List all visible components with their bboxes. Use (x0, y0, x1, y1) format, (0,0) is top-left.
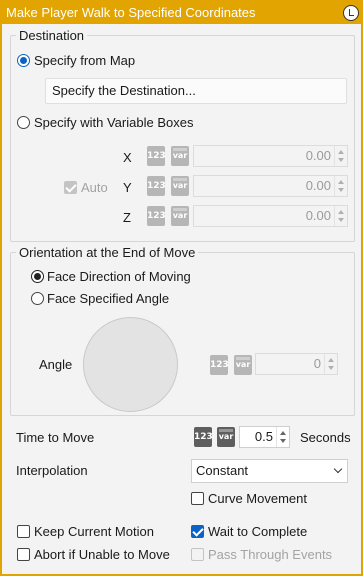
variable-icon[interactable]: var (217, 427, 235, 447)
abort-unable-move-label[interactable]: Abort if Unable to Move (34, 547, 170, 562)
time-value: 0.5 (254, 429, 273, 444)
auto-checkbox[interactable] (64, 181, 77, 194)
abort-unable-move-checkbox[interactable] (17, 548, 30, 561)
y-value-spinner[interactable]: 0.00 (193, 175, 348, 197)
angle-dial[interactable] (83, 317, 178, 412)
x-label: X (123, 150, 132, 165)
number-icon[interactable]: 123 (147, 176, 166, 196)
auto-label: Auto (81, 180, 108, 195)
variable-icon[interactable]: var (171, 146, 189, 166)
dialog-window: Make Player Walk to Specified Coordinate… (0, 0, 363, 576)
spinner-arrows-icon[interactable] (334, 146, 347, 166)
window-title: Make Player Walk to Specified Coordinate… (6, 5, 256, 20)
angle-spinner[interactable]: 0 (255, 353, 338, 375)
keep-current-motion-checkbox[interactable] (17, 525, 30, 538)
z-value: 0.00 (305, 208, 331, 223)
spinner-arrows-icon[interactable] (276, 427, 289, 447)
angle-value: 0 (313, 356, 321, 371)
help-icon[interactable] (343, 5, 359, 21)
interpolation-value: Constant (196, 463, 249, 478)
curve-movement-checkbox[interactable] (191, 492, 204, 505)
time-to-move-label: Time to Move (16, 430, 95, 445)
spinner-arrows-icon[interactable] (334, 206, 347, 226)
wait-to-complete-label[interactable]: Wait to Complete (208, 524, 307, 539)
x-value: 0.00 (305, 148, 331, 163)
interpolation-label: Interpolation (16, 463, 88, 478)
orientation-legend: Orientation at the End of Move (16, 245, 199, 260)
specify-variable-boxes-radio[interactable] (17, 116, 30, 129)
spinner-arrows-icon[interactable] (334, 176, 347, 196)
face-direction-moving-label[interactable]: Face Direction of Moving (47, 269, 191, 284)
face-specified-angle-radio[interactable] (31, 292, 44, 305)
z-label: Z (123, 210, 131, 225)
specify-from-map-label[interactable]: Specify from Map (34, 53, 135, 68)
number-icon[interactable]: 123 (210, 355, 229, 375)
specify-from-map-radio[interactable] (17, 54, 30, 67)
title-bar: Make Player Walk to Specified Coordinate… (2, 2, 361, 24)
variable-icon[interactable]: var (171, 206, 189, 226)
face-direction-moving-radio[interactable] (31, 270, 44, 283)
time-spinner[interactable]: 0.5 (239, 426, 290, 448)
curve-movement-label[interactable]: Curve Movement (208, 491, 307, 506)
z-value-spinner[interactable]: 0.00 (193, 205, 348, 227)
chevron-down-icon[interactable] (333, 464, 343, 474)
variable-icon[interactable]: var (171, 176, 189, 196)
number-icon[interactable]: 123 (147, 146, 166, 166)
keep-current-motion-label[interactable]: Keep Current Motion (34, 524, 154, 539)
spinner-arrows-icon[interactable] (324, 354, 337, 374)
variable-icon[interactable]: var (234, 355, 252, 375)
number-icon[interactable]: 123 (147, 206, 166, 226)
face-specified-angle-label[interactable]: Face Specified Angle (47, 291, 169, 306)
interpolation-select[interactable]: Constant (191, 459, 348, 483)
specify-destination-button[interactable]: Specify the Destination... (45, 78, 347, 104)
y-label: Y (123, 180, 132, 195)
y-value: 0.00 (305, 178, 331, 193)
angle-label: Angle (39, 357, 73, 372)
x-value-spinner[interactable]: 0.00 (193, 145, 348, 167)
number-icon[interactable]: 123 (194, 427, 213, 447)
pass-through-events-label[interactable]: Pass Through Events (208, 547, 332, 562)
specify-variable-boxes-label[interactable]: Specify with Variable Boxes (34, 115, 193, 130)
seconds-label: Seconds (300, 430, 351, 445)
pass-through-events-checkbox[interactable] (191, 548, 204, 561)
wait-to-complete-checkbox[interactable] (191, 525, 204, 538)
destination-legend: Destination (16, 28, 88, 43)
